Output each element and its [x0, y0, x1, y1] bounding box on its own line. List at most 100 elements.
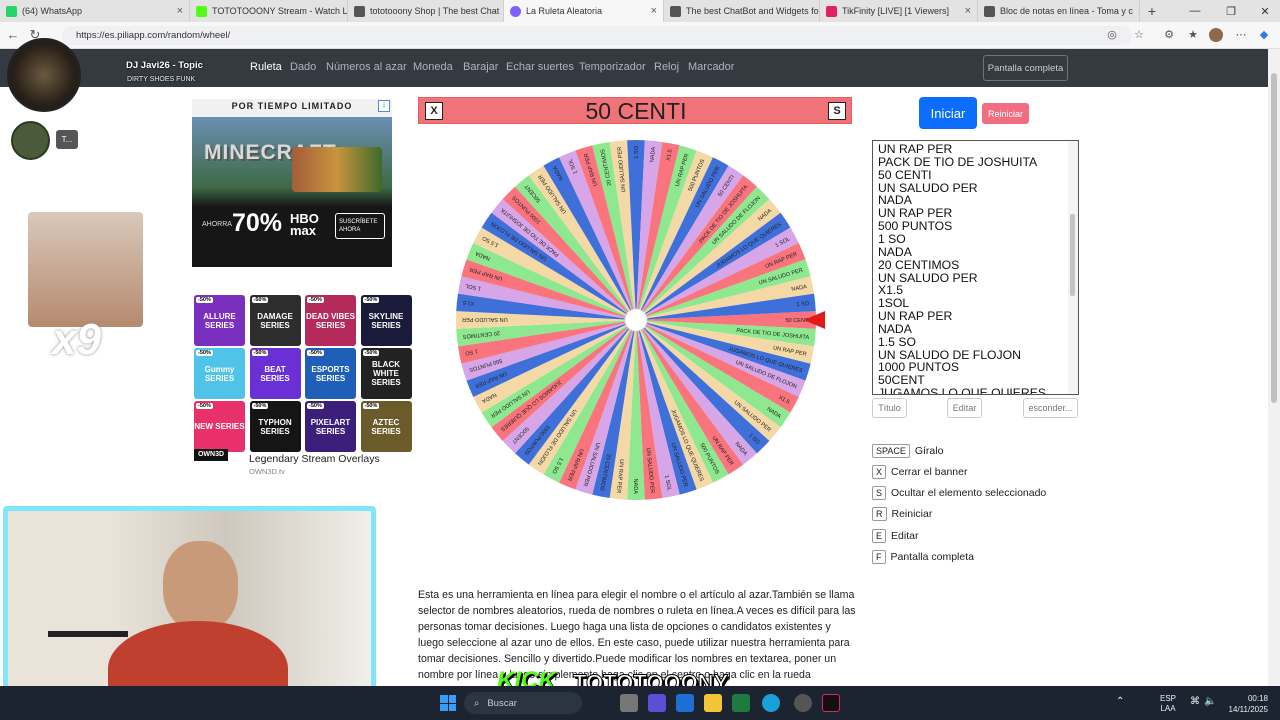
- overlay-tile: -50% BEAT SERIES: [249, 348, 301, 399]
- shortcut-space: SPACE Gíralo: [872, 444, 943, 458]
- m365-icon[interactable]: [648, 694, 666, 712]
- puzzle-icon[interactable]: ⚙: [1162, 28, 1176, 42]
- roulette-wheel[interactable]: 50 CENTIPACK DE TIO DE JOSHUITAUN RAP PE…: [450, 136, 826, 506]
- tab-notepad[interactable]: Bloc de notas en línea - Toma y c ×: [978, 0, 1140, 22]
- textarea-line: JUGAMOS LO QUE QUIERES: [878, 386, 1046, 395]
- excel-icon[interactable]: [732, 694, 750, 712]
- tab-shop[interactable]: tototooony Shop | The best Chat ×: [348, 0, 504, 22]
- ad-save-label: AHORRA: [202, 221, 232, 228]
- tab-tikfinity[interactable]: TikFinity [LIVE] [1 Viewers] ×: [820, 0, 978, 22]
- tile-discount: -50%: [251, 403, 269, 409]
- tab-kick-stream[interactable]: TOTOTOOONY Stream - Watch Li ×: [190, 0, 348, 22]
- tab-label: TikFinity [LIVE] [1 Viewers]: [842, 6, 950, 16]
- shortcut-s: S Ocultar el elemento seleccionado: [872, 486, 1046, 500]
- own3d-ad[interactable]: -50% ALLURE SERIES -50% DAMAGE SERIES -50% DE…: [192, 293, 414, 478]
- network-icon[interactable]: ⌘: [1190, 696, 1200, 707]
- overlay-tile: -50% NEW SERIES: [194, 401, 245, 452]
- streamer-face: [163, 541, 238, 631]
- nav-moneda[interactable]: Moneda: [413, 61, 453, 73]
- task-view-icon[interactable]: [620, 694, 638, 712]
- fullscreen-button[interactable]: Pantalla completa: [983, 55, 1068, 81]
- tab-label: The best ChatBot and Widgets fo: [686, 6, 819, 16]
- edge-icon[interactable]: [762, 694, 780, 712]
- restore-icon[interactable]: ❐: [1214, 0, 1248, 22]
- options-textarea[interactable]: UN RAP PER PACK DE TIO DE JOSHUITA 50 CENT…: [872, 140, 1079, 395]
- hide-selected-button[interactable]: S: [828, 102, 846, 120]
- emote-multiplier: x9: [52, 315, 101, 364]
- new-tab-icon[interactable]: +: [1140, 3, 1164, 19]
- nav-marcador[interactable]: Marcador: [688, 61, 734, 73]
- hide-button[interactable]: esconder...: [1023, 398, 1078, 418]
- lang-primary: ESP: [1160, 694, 1177, 703]
- edit-button[interactable]: Editar: [947, 398, 982, 418]
- tiktok-icon[interactable]: [822, 694, 840, 712]
- wheel-hub[interactable]: [624, 308, 648, 332]
- close-banner-button[interactable]: X: [425, 102, 443, 120]
- favorites-icon[interactable]: ★: [1186, 28, 1200, 42]
- selected-result-banner: 50 CENTI X S: [418, 97, 852, 124]
- tile-label: TYPHON SERIES: [258, 417, 292, 436]
- ad-subscribe-button[interactable]: SUSCRÍBETE AHORA: [335, 213, 385, 239]
- title-button[interactable]: Título: [872, 398, 907, 418]
- tile-label: BLACK WHITE SERIES: [371, 360, 401, 387]
- clock-time: 00:18: [1247, 694, 1268, 703]
- tab-whatsapp[interactable]: (64) WhatsApp ×: [0, 0, 190, 22]
- close-icon[interactable]: ×: [177, 5, 183, 17]
- close-window-icon[interactable]: ✕: [1248, 0, 1280, 22]
- tile-discount: -50%: [196, 297, 213, 303]
- overlay-tile: -50% ALLURE SERIES: [194, 295, 245, 346]
- tab-ruleta[interactable]: La Ruleta Aleatoria ×: [504, 0, 664, 22]
- extension-icon[interactable]: ◎: [1105, 28, 1119, 42]
- browser-tab-strip: (64) WhatsApp × TOTOTOOONY Stream - Watc…: [0, 0, 1280, 22]
- windows-start-icon[interactable]: [440, 695, 456, 711]
- chat-avatar: [11, 121, 50, 160]
- menu-dots-icon[interactable]: ⋯: [1234, 28, 1248, 42]
- tab-label: tototooony Shop | The best Chat: [370, 6, 500, 16]
- hbo-max-ad[interactable]: POR TIEMPO LIMITADO MINECRAFT AHORRA 70%…: [192, 99, 392, 267]
- tile-label: AZTEC SERIES: [371, 417, 401, 436]
- now-playing-overlay: DJ Javi26 - Topic DIRTY SHOES FUNK: [0, 36, 240, 112]
- ad-info-icon[interactable]: i: [378, 100, 390, 112]
- song-artist: DIRTY SHOES FUNK: [127, 76, 196, 83]
- bookmark-star-icon[interactable]: ☆: [1132, 28, 1146, 42]
- textarea-scrollbar[interactable]: [1068, 141, 1078, 394]
- textarea-line: 1 SO: [878, 231, 906, 246]
- tile-discount: -50%: [196, 350, 213, 356]
- page-scrollbar[interactable]: [1268, 49, 1280, 686]
- obs-icon[interactable]: [794, 694, 812, 712]
- nav-barajar[interactable]: Barajar: [463, 61, 498, 73]
- close-icon[interactable]: ×: [1138, 5, 1139, 17]
- tray-chevron-icon[interactable]: ⌃: [1116, 696, 1124, 707]
- description-text: Esta es una herramienta en línea para el…: [418, 589, 856, 681]
- profile-avatar[interactable]: [1209, 28, 1223, 42]
- overlay-tile: -50% AZTEC SERIES: [360, 401, 412, 452]
- nav-ruleta[interactable]: Ruleta: [250, 61, 282, 73]
- clock[interactable]: 00:18 14/11/2025: [1218, 693, 1268, 715]
- ad-characters-image: [292, 147, 382, 192]
- tile-label: ALLURE SERIES: [203, 311, 236, 330]
- nav-reloj[interactable]: Reloj: [654, 61, 679, 73]
- language-indicator[interactable]: ESP LAA: [1160, 694, 1176, 714]
- shortcut-label: Editar: [891, 530, 919, 542]
- nav-temporizador[interactable]: Temporizador: [579, 61, 646, 73]
- tile-label: BEAT SERIES: [260, 364, 290, 383]
- nav-dado[interactable]: Dado: [290, 61, 316, 73]
- start-button[interactable]: Iniciar: [919, 97, 977, 129]
- own3d-logo: OWN3D: [194, 449, 228, 461]
- outlook-icon[interactable]: [676, 694, 694, 712]
- minimize-icon[interactable]: —: [1178, 0, 1212, 22]
- copilot-icon[interactable]: ◆: [1257, 28, 1271, 42]
- tile-discount: -50%: [251, 350, 269, 356]
- volume-icon[interactable]: 🔈: [1204, 696, 1216, 707]
- textarea-line: PACK DE TIO DE JOSHUITA: [878, 154, 1038, 169]
- nav-echar-suertes[interactable]: Echar suertes: [506, 61, 574, 73]
- textarea-line: NADA: [878, 321, 912, 336]
- tab-chatbot[interactable]: The best ChatBot and Widgets fo ×: [664, 0, 820, 22]
- close-icon[interactable]: ×: [651, 5, 657, 17]
- taskbar-search[interactable]: ⌕ Buscar: [464, 692, 582, 714]
- overlay-tile: -50% DAMAGE SERIES: [249, 295, 301, 346]
- close-icon[interactable]: ×: [965, 5, 971, 17]
- explorer-icon[interactable]: [704, 694, 722, 712]
- reset-button[interactable]: Reiniciar: [982, 103, 1029, 124]
- nav-numeros[interactable]: Números al azar: [326, 61, 407, 73]
